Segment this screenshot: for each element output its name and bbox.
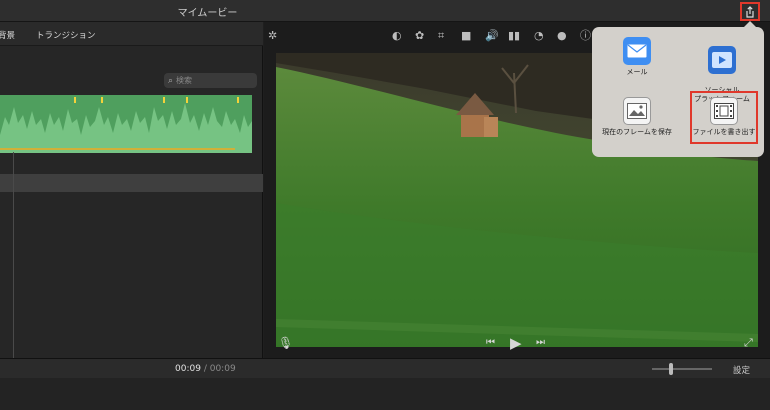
browser-tabs: 背景 トランジション xyxy=(0,22,263,46)
clip-filter-icon[interactable]: ● xyxy=(557,30,567,41)
search-icon: ⌕ xyxy=(168,75,174,86)
speed-icon[interactable]: ◔ xyxy=(534,30,544,41)
magic-wand-icon[interactable]: ✲ xyxy=(268,30,277,41)
stabilization-icon[interactable]: ■ xyxy=(461,30,471,41)
social-platform-icon xyxy=(708,46,736,74)
volume-icon[interactable]: 🔊 xyxy=(485,30,499,41)
current-time: 00:09 xyxy=(175,364,201,374)
search-field[interactable]: ⌕ 検索 xyxy=(164,73,257,88)
color-correction-icon[interactable]: ✿ xyxy=(415,30,424,41)
settings-button[interactable]: 設定 xyxy=(733,364,750,376)
playback-controls: 🎙 ⏮ ▶ ⏭ ⤢ xyxy=(264,328,770,358)
timeline-zoom-slider[interactable] xyxy=(652,368,712,370)
share-save-frame[interactable]: 現在のフレームを保存 xyxy=(596,97,678,137)
audio-waveform xyxy=(0,97,252,153)
timeline-header: 00:09 / 00:09 設定 xyxy=(0,358,770,378)
play-icon[interactable]: ▶ xyxy=(510,334,522,352)
window-title: マイムービー xyxy=(177,8,238,19)
timeline-area[interactable] xyxy=(0,378,770,410)
mail-icon xyxy=(623,37,651,65)
crop-icon[interactable]: ⌗ xyxy=(438,30,444,41)
title-bar: マイムービー xyxy=(0,0,770,22)
export-highlight-box xyxy=(690,91,758,144)
share-mail-label: メール xyxy=(626,68,648,76)
info-icon[interactable]: ⓘ xyxy=(580,30,591,41)
media-browser-panel: 背景 トランジション ⌕ 検索 xyxy=(0,22,263,380)
skip-forward-icon[interactable]: ⏭ xyxy=(536,337,545,348)
timecode: 00:09 / 00:09 xyxy=(175,364,236,374)
equalizer-icon[interactable]: ▮▮ xyxy=(508,30,520,41)
tab-backgrounds[interactable]: 背景 xyxy=(0,29,15,41)
time-separator: / xyxy=(203,364,207,374)
playhead-line xyxy=(13,152,14,380)
share-mail[interactable]: メール xyxy=(602,37,672,77)
selected-row[interactable] xyxy=(0,174,263,192)
total-time: 00:09 xyxy=(209,364,236,374)
fullscreen-icon[interactable]: ⤢ xyxy=(744,336,753,350)
microphone-icon[interactable]: 🎙 xyxy=(278,336,293,350)
share-button[interactable] xyxy=(740,2,760,21)
share-icon xyxy=(746,5,754,18)
share-save-frame-label: 現在のフレームを保存 xyxy=(602,128,672,136)
color-balance-icon[interactable]: ◐ xyxy=(392,30,402,41)
audio-clip[interactable] xyxy=(0,95,252,153)
search-placeholder: 検索 xyxy=(176,76,193,85)
tab-transitions[interactable]: トランジション xyxy=(36,29,96,41)
skip-back-icon[interactable]: ⏮ xyxy=(486,337,495,348)
timeline-zoom-knob[interactable] xyxy=(669,363,673,375)
save-frame-icon xyxy=(623,97,651,125)
